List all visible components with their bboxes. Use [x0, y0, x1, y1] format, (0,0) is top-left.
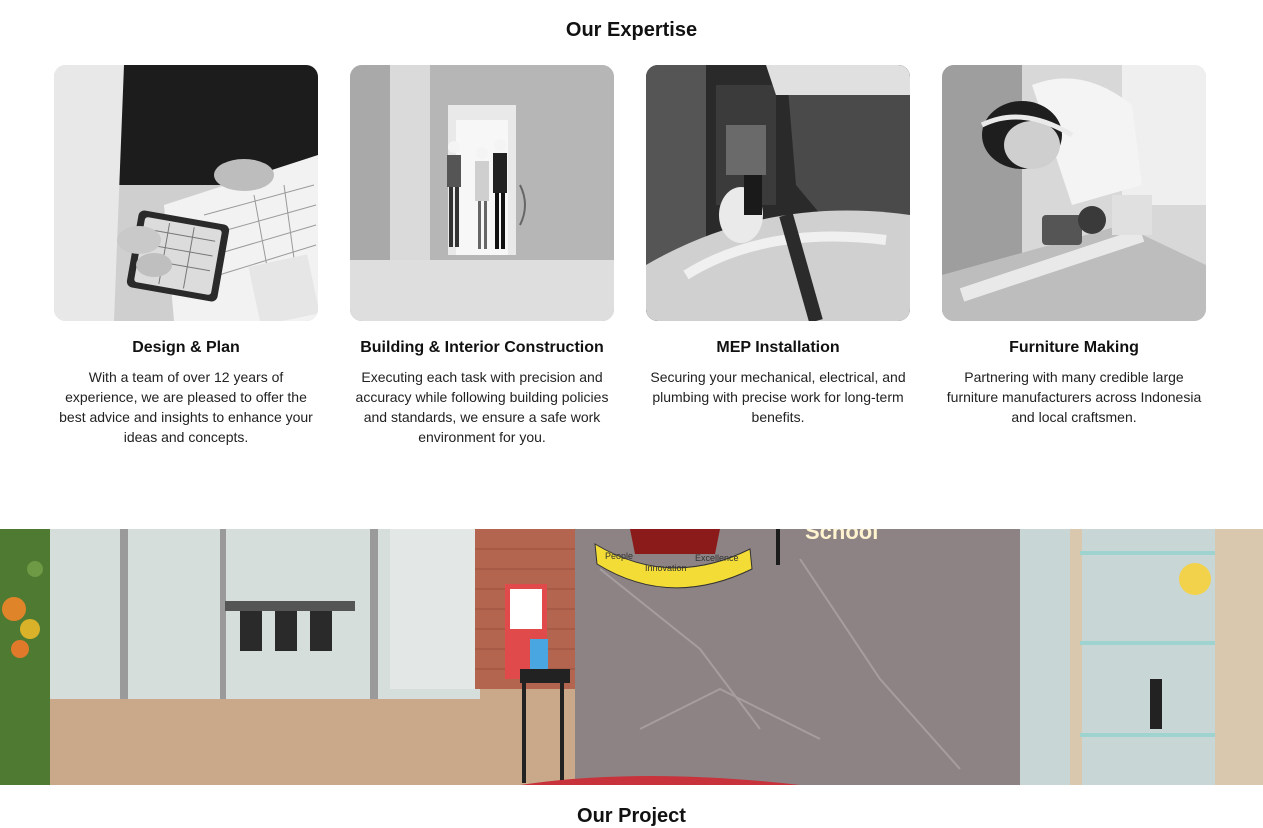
card-title: Design & Plan	[132, 339, 240, 356]
ribbon-word-people: People	[605, 551, 633, 561]
expertise-card-furniture: Furniture Making Partnering with many cr…	[942, 65, 1206, 427]
card-title: MEP Installation	[716, 339, 840, 356]
expertise-card-construction: Building & Interior Construction Executi…	[350, 65, 614, 447]
card-description: Securing your mechanical, electrical, an…	[650, 369, 906, 425]
expertise-card-mep: MEP Installation Securing your mechanica…	[646, 65, 910, 427]
ribbon-word-excellence: Excellence	[695, 553, 739, 563]
sign-text: School	[805, 529, 878, 544]
ribbon-word-innovation: Innovation	[645, 563, 687, 573]
card-title: Furniture Making	[1009, 339, 1139, 356]
design-plan-photo	[54, 65, 318, 321]
section-title-expertise: Our Expertise	[565, 19, 698, 41]
card-title: Building & Interior Construction	[360, 339, 604, 356]
card-description: Partnering with many credible large furn…	[946, 369, 1202, 425]
card-description: Executing each task with precision and a…	[355, 369, 609, 445]
expertise-card-design: Design & Plan With a team of over 12 yea…	[54, 65, 318, 447]
construction-photo	[350, 65, 614, 321]
furniture-making-photo	[942, 65, 1206, 321]
card-description: With a team of over 12 years of experien…	[59, 369, 313, 445]
project-banner-image: People Innovation Excellence School	[0, 529, 1263, 785]
mep-installation-photo	[646, 65, 910, 321]
